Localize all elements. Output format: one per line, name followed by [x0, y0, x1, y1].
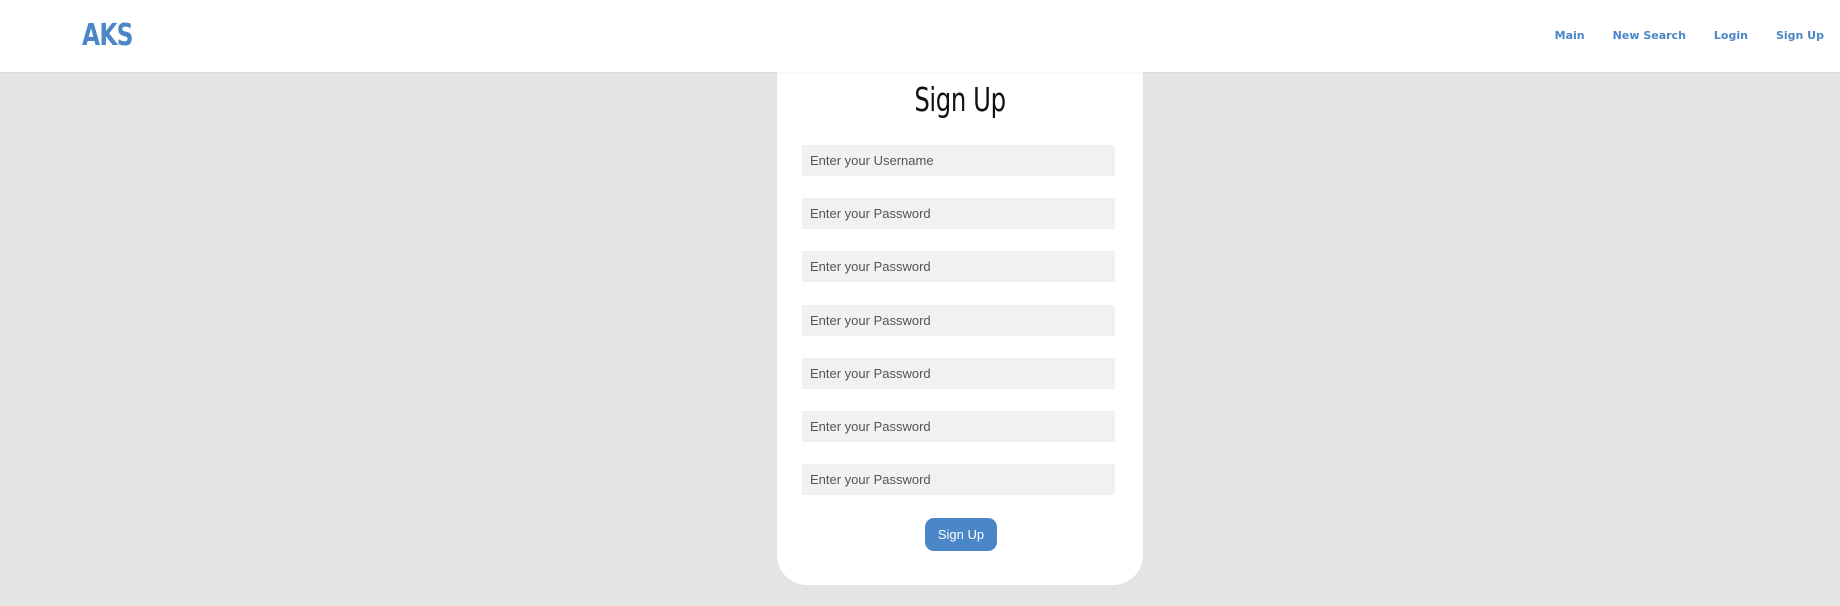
password-field-2[interactable]	[802, 251, 1115, 282]
nav-link-main[interactable]: Main	[1555, 29, 1585, 42]
password-field-4[interactable]	[802, 358, 1115, 389]
logo[interactable]: AKS	[82, 18, 134, 53]
page: AKS Main New Search Login Sign Up Sign U…	[0, 0, 1840, 606]
nav-link-login[interactable]: Login	[1714, 29, 1748, 42]
signup-card: Sign Up Sign Up	[777, 50, 1143, 585]
nav-link-new-search[interactable]: New Search	[1613, 29, 1686, 42]
page-title: Sign Up	[914, 80, 1006, 119]
username-field[interactable]	[802, 145, 1115, 176]
password-field-5[interactable]	[802, 411, 1115, 442]
sign-up-button[interactable]: Sign Up	[925, 518, 997, 551]
header: AKS Main New Search Login Sign Up	[0, 0, 1840, 72]
top-nav: Main New Search Login Sign Up	[1555, 29, 1824, 42]
password-field-1[interactable]	[802, 198, 1115, 229]
password-field-6[interactable]	[802, 464, 1115, 495]
nav-link-sign-up[interactable]: Sign Up	[1776, 29, 1824, 42]
password-field-3[interactable]	[802, 305, 1115, 336]
